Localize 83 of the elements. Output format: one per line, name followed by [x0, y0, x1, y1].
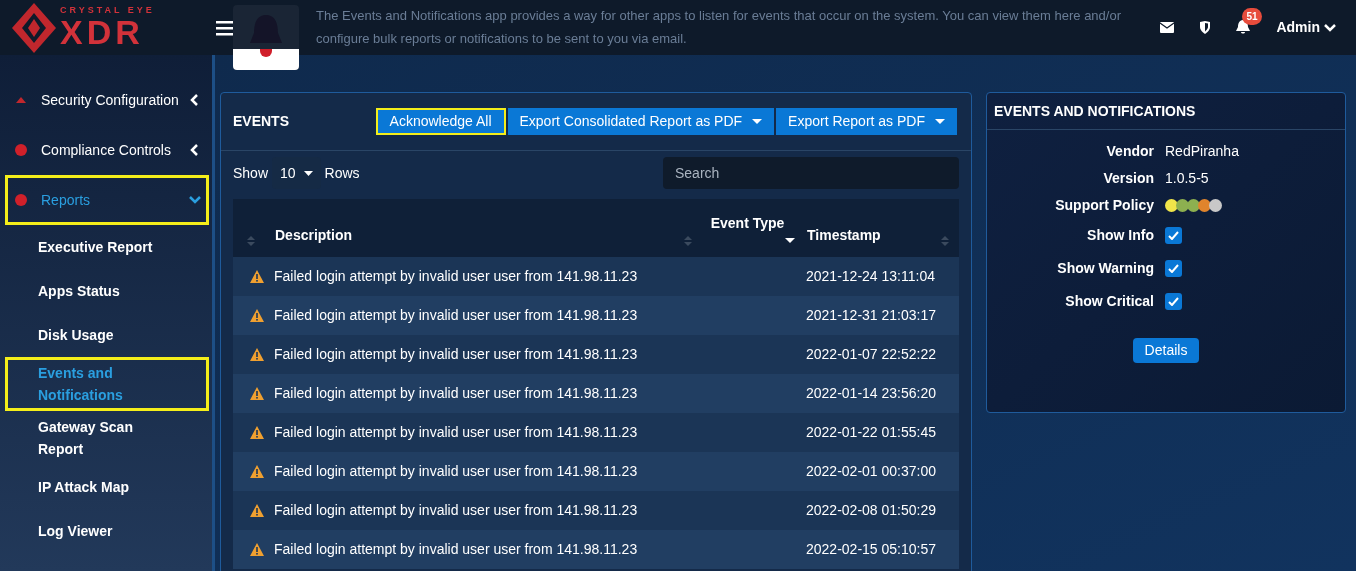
table-cell-text: 2022-01-14 23:56:20	[806, 384, 936, 403]
notification-count: 51	[1242, 8, 1262, 25]
chevron-down-icon	[189, 194, 201, 206]
button[interactable]: Acknowledge All	[375, 108, 506, 135]
field-label: Support Policy	[1054, 196, 1155, 215]
warning-icon	[250, 426, 264, 439]
button[interactable]: Export Consolidated Report as PDF	[507, 108, 775, 135]
logo-tagline: CRYSTAL EYE	[60, 6, 155, 15]
table-cell-text: 2022-02-01 00:37:00	[806, 462, 936, 481]
user-menu[interactable]: Admin	[1276, 17, 1336, 38]
table-cell-text: Failed login attempt by invalid user user from 141.98.11.23	[274, 540, 639, 559]
details-button[interactable]: Details	[1132, 338, 1200, 363]
caret-icon	[785, 238, 795, 243]
field-value: 1.0.5-5	[1165, 169, 1209, 188]
table-cell-text: 2021-12-31 21:03:17	[806, 306, 936, 325]
caret-icon	[752, 119, 763, 124]
warning-icon	[250, 348, 264, 361]
sidebar-item[interactable]: IP Attack Map	[5, 465, 209, 509]
menu-icon[interactable]	[216, 19, 234, 36]
table-cell-text: Failed login attempt by invalid user user from 141.98.11.23	[274, 462, 639, 481]
sidebar-item[interactable]: Gateway Scan Report	[5, 411, 209, 465]
circle-icon	[15, 144, 27, 156]
sidebar-item[interactable]: Compliance Controls	[5, 125, 209, 175]
sidebar-item[interactable]: Disk Usage	[5, 313, 209, 357]
warning-icon	[250, 504, 264, 517]
logo-text: XDR	[60, 15, 145, 49]
app-description: The Events and Notifications app provides a way for other apps to listen for events that occur on the system. You can view them here and/or configure bulk reports or notifications to be sent to you via email.	[316, 7, 1122, 48]
table-cell-text: 2022-02-15 05:10:57	[806, 540, 936, 559]
caret-icon	[935, 119, 945, 124]
chevron-left-icon	[189, 144, 201, 156]
show-label: Show	[233, 163, 269, 183]
table-cell-text: 2022-02-08 01:50:29	[806, 501, 936, 520]
caret-icon	[303, 170, 313, 176]
field-label: Show Warning	[1056, 259, 1155, 278]
table-cell-text: Failed login attempt by invalid user user from 141.98.11.23	[274, 423, 639, 442]
sort-icon	[247, 236, 255, 246]
panel-title: EVENTS AND NOTIFICATIONS	[994, 101, 1196, 121]
warning-icon	[250, 309, 264, 322]
column-header[interactable]: Description	[233, 199, 700, 257]
field-label: Vendor	[1105, 142, 1155, 161]
field-label: Show Critical	[1064, 292, 1155, 311]
table-cell-text: Failed login attempt by invalid user user from 141.98.11.23	[274, 384, 639, 403]
sidebar-item[interactable]: Security Configuration	[5, 75, 209, 125]
sidebar-item[interactable]: Log Viewer	[5, 509, 209, 553]
table-cell-text: 2022-01-22 01:55:45	[806, 423, 936, 442]
warning-icon	[250, 543, 264, 556]
button[interactable]: Export Report as PDF	[776, 108, 957, 135]
warning-icon	[250, 270, 264, 283]
field-value: RedPiranha	[1165, 142, 1239, 161]
panel-title: EVENTS	[233, 112, 289, 131]
chevron-left-icon	[189, 94, 201, 106]
checkbox[interactable]	[1165, 293, 1182, 310]
sidebar-item[interactable]: Reports	[5, 175, 209, 225]
sort-icon	[941, 236, 949, 246]
page-size-select[interactable]: 10	[272, 157, 321, 189]
search-field[interactable]: Search	[663, 157, 959, 189]
field-label: Show Info	[1086, 226, 1155, 245]
table-cell-text: Failed login attempt by invalid user user from 141.98.11.23	[274, 345, 639, 364]
bell-icon[interactable]	[1236, 20, 1251, 35]
sidebar-item[interactable]: Events and Notifications	[5, 357, 209, 411]
column-header[interactable]: Timestamp	[795, 199, 959, 257]
sort-icon	[684, 236, 692, 246]
warning-icon	[250, 465, 264, 478]
check-icon	[1168, 297, 1179, 306]
shield-icon[interactable]	[1200, 21, 1211, 34]
sidebar-item[interactable]: Executive Report	[5, 225, 209, 269]
check-icon	[1168, 264, 1179, 273]
table-cell-text: Failed login attempt by invalid user user from 141.98.11.23	[274, 306, 639, 325]
mail-icon[interactable]	[1160, 22, 1175, 33]
circle-icon	[15, 194, 27, 206]
table-cell-text: 2021-12-24 13:11:04	[806, 267, 935, 286]
column-header[interactable]: Event Type	[700, 199, 795, 257]
chevron-down-icon	[1324, 23, 1336, 32]
field-label: Version	[1102, 169, 1155, 188]
table-cell-text: 2022-01-07 22:52:22	[806, 345, 936, 364]
checkbox[interactable]	[1165, 260, 1182, 277]
check-icon	[1168, 231, 1179, 240]
checkbox[interactable]	[1165, 227, 1182, 244]
rows-label: Rows	[324, 163, 360, 183]
table-cell-text: Failed login attempt by invalid user user from 141.98.11.23	[274, 501, 639, 520]
table-cell-text: Failed login attempt by invalid user user from 141.98.11.23	[274, 267, 639, 286]
warning-icon	[250, 387, 264, 400]
sidebar-item[interactable]: Apps Status	[5, 269, 209, 313]
